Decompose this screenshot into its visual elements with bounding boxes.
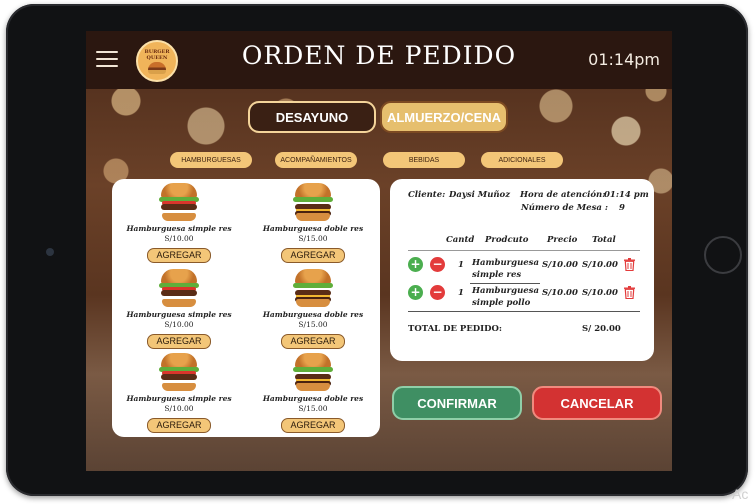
- row-qty: 1: [458, 288, 464, 298]
- col-cantd: Cantd: [446, 235, 475, 245]
- table-value: 9: [619, 203, 625, 213]
- col-precio: Precio: [547, 235, 578, 245]
- time-value: 01:14 pm: [604, 190, 649, 200]
- item-name: Hamburguesa doble res: [262, 394, 364, 403]
- col-producto: Prodcuto: [485, 235, 529, 245]
- menu-item: Hamburguesa simple res S/10.00 AGREGAR: [114, 183, 244, 267]
- trash-icon[interactable]: [624, 286, 635, 299]
- top-bar: BURGER QUEEN ORDEN DE PEDIDO 01:14pm: [86, 31, 672, 89]
- menu-item: Hamburguesa simple res S/10.00 AGREGAR: [114, 269, 244, 353]
- add-button[interactable]: AGREGAR: [147, 334, 211, 349]
- item-name: Hamburguesa simple res: [126, 394, 232, 403]
- burger-image: [293, 269, 333, 307]
- burger-image: [159, 183, 199, 221]
- cancel-button[interactable]: CANCELAR: [532, 386, 662, 420]
- row-price: S/10.00: [542, 288, 578, 298]
- table-label: Número de Mesa :: [521, 203, 608, 213]
- tab-desayuno[interactable]: DESAYUNO: [248, 101, 376, 133]
- add-button[interactable]: AGREGAR: [281, 248, 345, 263]
- item-price: S/15.00: [298, 320, 328, 329]
- minus-icon[interactable]: −: [430, 257, 445, 272]
- time-label: Hora de atención:: [520, 190, 606, 200]
- menu-item: Hamburguesa doble res S/15.00 AGREGAR: [248, 353, 378, 437]
- item-name: Hamburguesa doble res: [262, 224, 364, 233]
- add-button[interactable]: AGREGAR: [147, 418, 211, 433]
- tab-almuerzo-cena[interactable]: ALMUERZO/CENA: [380, 101, 508, 133]
- add-button[interactable]: AGREGAR: [147, 248, 211, 263]
- burger-image: [293, 353, 333, 391]
- divider: [408, 250, 640, 251]
- item-name: Hamburguesa simple res: [126, 224, 232, 233]
- category-bebidas[interactable]: BEBIDAS: [383, 152, 465, 168]
- client-label: Cliente:: [408, 190, 446, 200]
- col-total: Total: [592, 235, 616, 245]
- home-button[interactable]: [704, 236, 742, 274]
- total-value: S/ 20.00: [582, 324, 621, 334]
- row-qty: 1: [458, 260, 464, 270]
- item-name: Hamburguesa simple res: [126, 310, 232, 319]
- item-price: S/10.00: [164, 404, 194, 413]
- menu-panel: Hamburguesa simple res S/10.00 AGREGAR H…: [112, 179, 380, 437]
- add-button[interactable]: AGREGAR: [281, 334, 345, 349]
- add-button[interactable]: AGREGAR: [281, 418, 345, 433]
- row-total: S/10.00: [582, 260, 618, 270]
- menu-item: Hamburguesa doble res S/15.00 AGREGAR: [248, 269, 378, 353]
- row-total: S/10.00: [582, 288, 618, 298]
- trash-icon[interactable]: [624, 258, 635, 271]
- minus-icon[interactable]: −: [430, 285, 445, 300]
- order-panel: Cliente: Daysi Muñoz Hora de atención: 0…: [390, 179, 654, 361]
- burger-image: [159, 269, 199, 307]
- plus-icon[interactable]: +: [408, 285, 423, 300]
- burger-image: [159, 353, 199, 391]
- camera-dot: [46, 248, 54, 256]
- row-product: Hamburguesa simple res: [472, 258, 539, 280]
- item-price: S/10.00: [164, 320, 194, 329]
- category-adicionales[interactable]: ADICIONALES: [481, 152, 563, 168]
- row-price: S/10.00: [542, 260, 578, 270]
- menu-item: Hamburguesa doble res S/15.00 AGREGAR: [248, 183, 378, 267]
- plus-icon[interactable]: +: [408, 257, 423, 272]
- app-screen: BURGER QUEEN ORDEN DE PEDIDO 01:14pm DES…: [86, 31, 672, 471]
- confirm-button[interactable]: CONFIRMAR: [392, 386, 522, 420]
- total-label: TOTAL DE PEDIDO:: [408, 324, 503, 334]
- page-title: ORDEN DE PEDIDO: [241, 41, 517, 70]
- item-price: S/10.00: [164, 234, 194, 243]
- watermark-text: Ac: [732, 486, 749, 502]
- clock: 01:14pm: [588, 50, 660, 69]
- menu-item: Hamburguesa simple res S/10.00 AGREGAR: [114, 353, 244, 437]
- burger-image: [293, 183, 333, 221]
- row-product: Hamburguesa simple pollo: [472, 286, 539, 308]
- item-price: S/15.00: [298, 404, 328, 413]
- item-name: Hamburguesa doble res: [262, 310, 364, 319]
- category-acompanamientos[interactable]: ACOMPAÑAMIENTOS: [275, 152, 357, 168]
- row-divider: [470, 283, 540, 284]
- category-hamburguesas[interactable]: HAMBURGUESAS: [170, 152, 252, 168]
- client-name: Daysi Muñoz: [449, 190, 511, 200]
- item-price: S/15.00: [298, 234, 328, 243]
- divider: [408, 311, 640, 312]
